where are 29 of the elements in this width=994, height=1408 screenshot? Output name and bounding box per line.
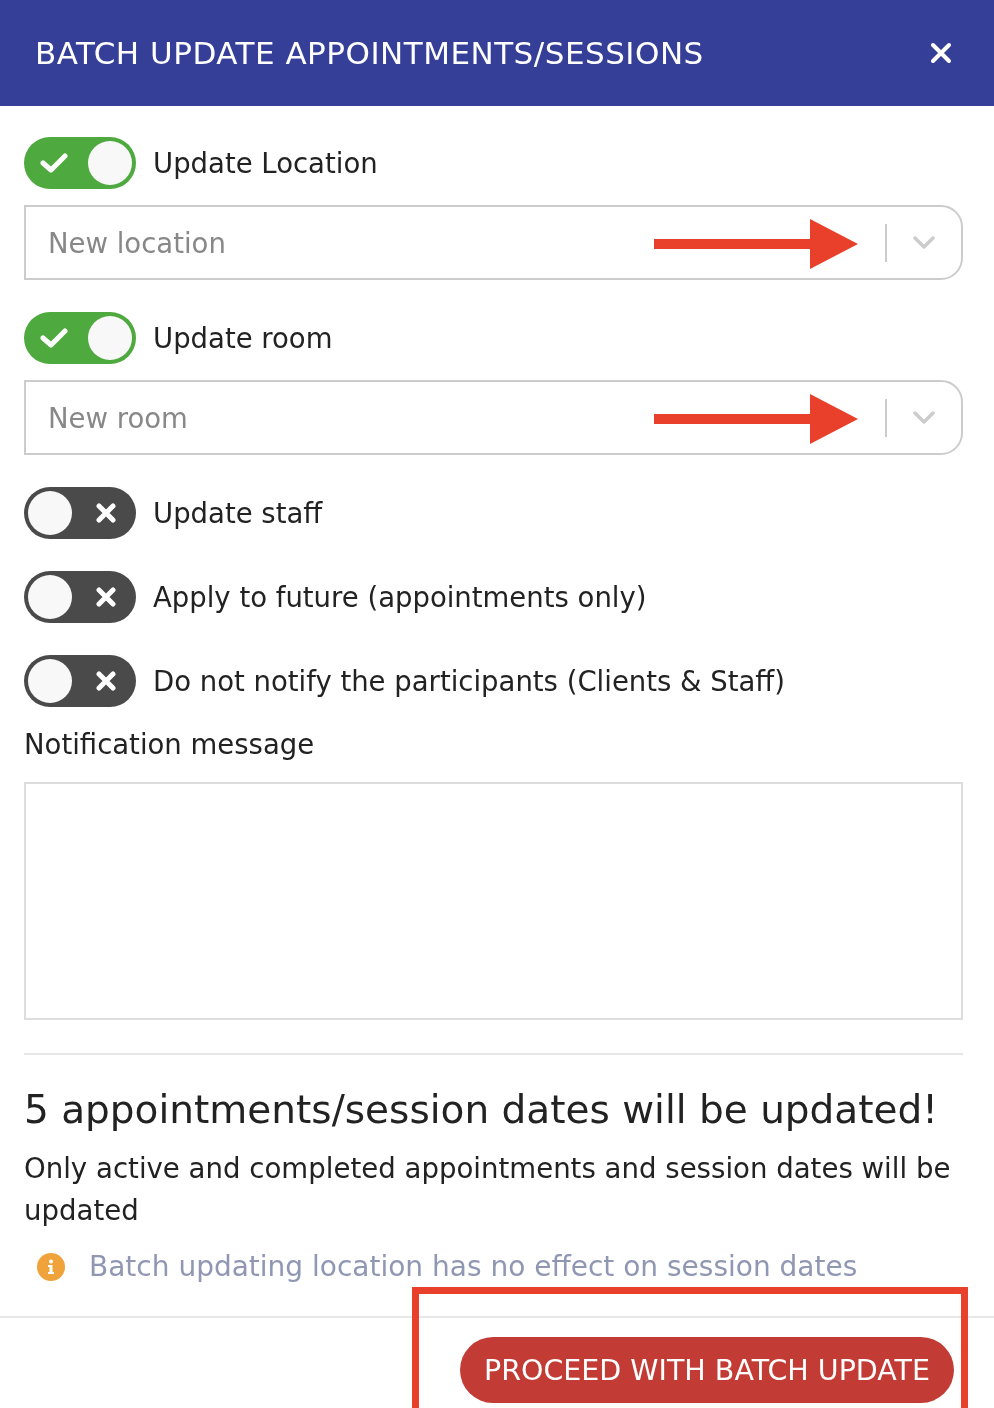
check-icon <box>40 327 68 349</box>
close-icon <box>930 42 952 64</box>
cross-icon <box>96 587 116 607</box>
dialog-title: BATCH UPDATE APPOINTMENTS/SESSIONS <box>35 35 704 71</box>
toggle-switch[interactable] <box>24 487 136 539</box>
toggle-switch[interactable] <box>24 571 136 623</box>
cross-icon <box>96 671 116 691</box>
info-icon <box>37 1253 65 1281</box>
message-field[interactable] <box>24 782 963 1020</box>
toggle-switch[interactable] <box>24 312 136 364</box>
summary-text: Only active and completed appointments and session dates will be updated <box>24 1151 952 1229</box>
toggle-label: Do not notify the participants (Clients & Staff) <box>153 665 786 697</box>
toggle-label: Update room <box>153 322 333 354</box>
chevron-down-icon <box>913 410 935 425</box>
toggle-label: Update Location <box>153 147 378 179</box>
toggle-label: Update staff <box>153 497 323 529</box>
check-icon <box>40 152 68 174</box>
chevron-down-icon <box>913 235 935 250</box>
toggle-label: Apply to future (appointments only) <box>153 581 647 613</box>
toggle-switch[interactable] <box>24 655 136 707</box>
select-field[interactable]: New location <box>24 205 963 280</box>
summary-heading: 5 appointments/session dates will be updated! <box>24 1086 939 1134</box>
field-label: Notification message <box>24 727 316 762</box>
info-note: Batch updating location has no effect on session dates <box>89 1249 858 1285</box>
cross-icon <box>96 503 116 523</box>
proceed-button[interactable]: PROCEED WITH BATCH UPDATE <box>460 1337 954 1403</box>
close-button[interactable] <box>930 42 952 64</box>
toggle-switch[interactable] <box>24 137 136 189</box>
select-field[interactable]: New room <box>24 380 963 455</box>
